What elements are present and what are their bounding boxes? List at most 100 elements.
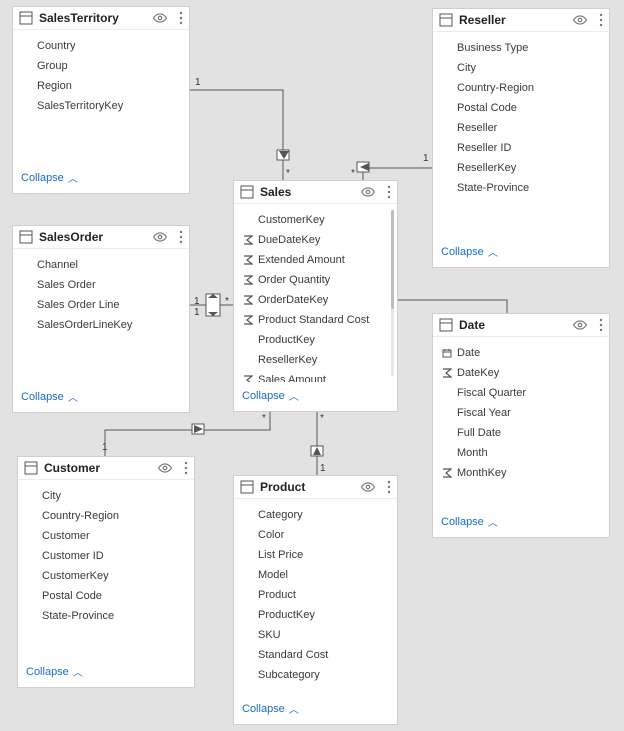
field-row[interactable]: SalesOrderLineKey xyxy=(13,315,189,335)
table-card-product[interactable]: Product Category ColorList PriceModel Prod… xyxy=(233,475,398,725)
field-row[interactable]: Month xyxy=(433,443,609,463)
model-canvas[interactable]: 1 * 1 * 1 1 * 1 * 1 * SalesTerritory Cou… xyxy=(0,0,624,731)
cardinality-label: 1 xyxy=(194,307,200,318)
field-label: SalesOrderLineKey xyxy=(37,317,132,333)
field-row[interactable]: Sales Amount xyxy=(234,370,397,382)
visibility-icon[interactable] xyxy=(361,480,375,494)
table-card-reseller[interactable]: Reseller Business TypeCityCountry-Region… xyxy=(432,8,610,268)
cardinality-label: 1 xyxy=(102,442,108,453)
more-icon[interactable] xyxy=(599,318,603,332)
field-row[interactable]: Full Date xyxy=(433,423,609,443)
field-row[interactable]: Customer ID xyxy=(18,546,194,566)
field-row[interactable]: CustomerKey xyxy=(234,210,397,230)
field-row[interactable]: SKU xyxy=(234,625,397,645)
field-label: Postal Code xyxy=(42,588,102,604)
more-icon[interactable] xyxy=(179,230,183,244)
more-icon[interactable] xyxy=(179,11,183,25)
collapse-link[interactable]: Collapse ︿ xyxy=(21,170,78,185)
field-label: Reseller ID xyxy=(457,140,511,156)
visibility-icon[interactable] xyxy=(153,230,167,244)
field-row[interactable]: Group xyxy=(13,56,189,76)
field-row[interactable]: SalesTerritoryKey xyxy=(13,96,189,116)
field-row[interactable]: Reseller xyxy=(433,118,609,138)
table-card-date[interactable]: Date DateDateKeyFiscal QuarterFiscal Yea… xyxy=(432,313,610,538)
field-row[interactable]: Country-Region xyxy=(18,506,194,526)
table-card-salesterritory[interactable]: SalesTerritory CountryGroupRegionSalesTe… xyxy=(12,6,190,194)
field-row[interactable]: Region xyxy=(13,76,189,96)
field-row[interactable]: Subcategory xyxy=(234,665,397,685)
table-card-customer[interactable]: Customer CityCountry-RegionCustomerCusto… xyxy=(17,456,195,688)
visibility-icon[interactable] xyxy=(573,318,587,332)
card-header: SalesTerritory xyxy=(13,7,189,30)
collapse-link[interactable]: Collapse ︿ xyxy=(26,664,83,679)
field-row[interactable]: Channel xyxy=(13,255,189,275)
field-row[interactable]: Business Type xyxy=(433,38,609,58)
field-row[interactable]: Reseller ID xyxy=(433,138,609,158)
field-list: DateDateKeyFiscal QuarterFiscal Year Full… xyxy=(433,337,609,508)
collapse-link[interactable]: Collapse ︿ xyxy=(441,244,498,259)
collapse-label: Collapse xyxy=(26,666,69,678)
field-row[interactable]: OrderDateKey xyxy=(234,290,397,310)
table-card-sales[interactable]: Sales CustomerKeyDueDateKeyExtended Amou… xyxy=(233,180,398,412)
field-row[interactable]: City xyxy=(18,486,194,506)
field-row[interactable]: Postal Code xyxy=(433,98,609,118)
field-row[interactable]: DueDateKey xyxy=(234,230,397,250)
field-row[interactable]: Postal Code xyxy=(18,586,194,606)
field-label: Sales Order xyxy=(37,277,96,293)
field-label: Product Standard Cost xyxy=(258,312,369,328)
field-label: MonthKey xyxy=(457,465,507,481)
field-row[interactable]: Date xyxy=(433,343,609,363)
field-row[interactable]: Order Quantity xyxy=(234,270,397,290)
collapse-link[interactable]: Collapse ︿ xyxy=(242,388,299,403)
cardinality-label: * xyxy=(320,413,324,424)
field-row[interactable]: CustomerKey xyxy=(18,566,194,586)
field-row[interactable]: Fiscal Quarter xyxy=(433,383,609,403)
field-row[interactable]: ProductKey xyxy=(234,605,397,625)
collapse-link[interactable]: Collapse ︿ xyxy=(21,389,78,404)
visibility-icon[interactable] xyxy=(361,185,375,199)
field-row[interactable]: ResellerKey xyxy=(234,350,397,370)
field-row[interactable]: ResellerKey xyxy=(433,158,609,178)
collapse-label: Collapse xyxy=(441,246,484,258)
field-label: State-Province xyxy=(457,180,529,196)
visibility-icon[interactable] xyxy=(153,11,167,25)
field-row[interactable]: Country-Region xyxy=(433,78,609,98)
collapse-link[interactable]: Collapse ︿ xyxy=(441,514,498,529)
field-label: Product xyxy=(258,587,296,603)
collapse-link[interactable]: Collapse ︿ xyxy=(242,701,299,716)
field-row[interactable]: Country xyxy=(13,36,189,56)
table-card-salesorder[interactable]: SalesOrder Channel Sales Order Sales Order… xyxy=(12,225,190,413)
field-label: Sales Order Line xyxy=(37,297,120,313)
field-row[interactable]: Model xyxy=(234,565,397,585)
field-row[interactable]: Standard Cost xyxy=(234,645,397,665)
field-row[interactable]: ProductKey xyxy=(234,330,397,350)
collapse-label: Collapse xyxy=(242,703,285,715)
more-icon[interactable] xyxy=(387,480,391,494)
more-icon[interactable] xyxy=(184,461,188,475)
field-row[interactable]: Category xyxy=(234,505,397,525)
field-row[interactable]: State-Province xyxy=(18,606,194,626)
field-row[interactable]: Product Standard Cost xyxy=(234,310,397,330)
field-row[interactable]: Sales Order xyxy=(13,275,189,295)
field-row[interactable]: Product xyxy=(234,585,397,605)
visibility-icon[interactable] xyxy=(158,461,172,475)
field-row[interactable]: Extended Amount xyxy=(234,250,397,270)
collapse-label: Collapse xyxy=(242,390,285,402)
field-row[interactable]: Customer xyxy=(18,526,194,546)
card-header: Product xyxy=(234,476,397,499)
more-icon[interactable] xyxy=(387,185,391,199)
field-row[interactable]: City xyxy=(433,58,609,78)
field-row[interactable]: Fiscal Year xyxy=(433,403,609,423)
field-row[interactable]: MonthKey xyxy=(433,463,609,483)
field-row[interactable]: State-Province xyxy=(433,178,609,198)
visibility-icon[interactable] xyxy=(573,13,587,27)
field-label: Full Date xyxy=(457,425,501,441)
field-row[interactable]: Sales Order Line xyxy=(13,295,189,315)
more-icon[interactable] xyxy=(599,13,603,27)
card-title: SalesOrder xyxy=(39,230,147,244)
field-row[interactable]: Color xyxy=(234,525,397,545)
field-row[interactable]: DateKey xyxy=(433,363,609,383)
field-row[interactable]: List Price xyxy=(234,545,397,565)
field-label: Category xyxy=(258,507,303,523)
cardinality-label: * xyxy=(225,296,229,307)
